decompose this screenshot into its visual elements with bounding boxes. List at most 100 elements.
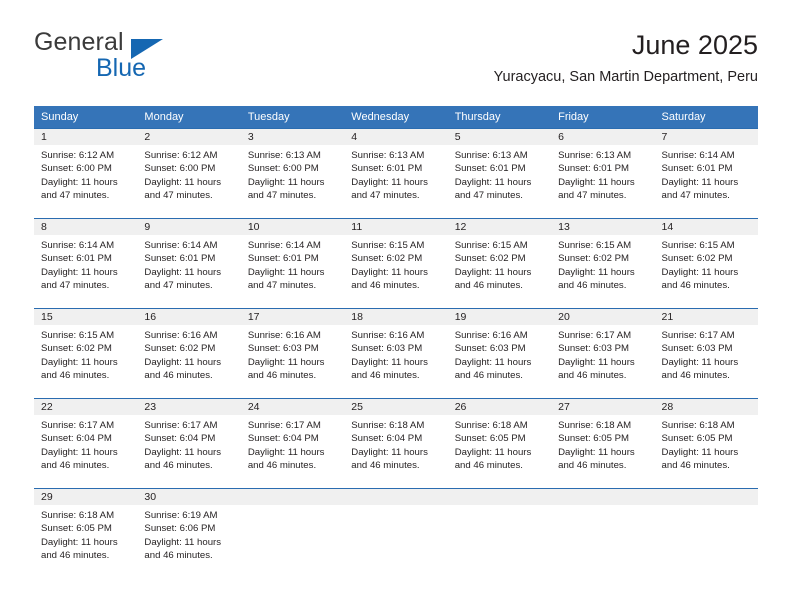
sunset-text: Sunset: 6:04 PM xyxy=(144,433,216,445)
day-number: 11 xyxy=(344,218,448,235)
sunset-text: Sunset: 6:04 PM xyxy=(247,433,319,445)
daylight-text: Daylight: 11 hours and 47 minutes. xyxy=(144,176,222,202)
sunrise-text: Sunrise: 6:14 AM xyxy=(41,240,115,251)
sunrise-text: Sunrise: 6:16 AM xyxy=(144,330,218,341)
day-cell[interactable]: 1 Sunrise: 6:12 AM Sunset: 6:00 PM Daylight… xyxy=(34,128,138,218)
calendar-week-row: 29 Sunrise: 6:18 AM Sunset: 6:05 PM Dayligh… xyxy=(34,488,758,578)
daylight-text: Daylight: 11 hours and 46 minutes. xyxy=(661,266,739,292)
day-cell[interactable]: 2 Sunrise: 6:12 AM Sunset: 6:00 PM Daylight… xyxy=(137,128,241,218)
sunset-text: Sunset: 6:04 PM xyxy=(351,433,423,445)
day-cell-empty xyxy=(344,488,448,578)
day-cell[interactable]: 25 Sunrise: 6:18 AM Sunset: 6:04 PM Dayligh… xyxy=(344,398,448,488)
sunset-text: Sunset: 6:02 PM xyxy=(351,253,423,265)
sunrise-text: Sunrise: 6:15 AM xyxy=(661,240,735,251)
calendar-page: General Blue June 2025 Yuracyacu, San Ma… xyxy=(0,0,792,612)
sunset-text: Sunset: 6:02 PM xyxy=(144,343,216,355)
calendar-week-row: 8 Sunrise: 6:14 AM Sunset: 6:01 PM Daylight… xyxy=(34,218,758,308)
general-blue-logo: General Blue xyxy=(34,28,264,90)
day-number: 16 xyxy=(137,308,241,325)
day-cell[interactable]: 21 Sunrise: 6:17 AM Sunset: 6:03 PM Dayligh… xyxy=(654,308,758,398)
day-cell[interactable]: 3 Sunrise: 6:13 AM Sunset: 6:00 PM Daylight… xyxy=(240,128,345,218)
day-cell-empty xyxy=(240,488,345,578)
sunrise-text: Sunrise: 6:17 AM xyxy=(247,420,321,431)
sunset-text: Sunset: 6:03 PM xyxy=(558,343,630,355)
sunset-text: Sunset: 6:05 PM xyxy=(41,523,112,535)
day-cell[interactable]: 27 Sunrise: 6:18 AM Sunset: 6:05 PM Dayligh… xyxy=(551,398,655,488)
day-cell[interactable]: 17 Sunrise: 6:16 AM Sunset: 6:03 PM Dayligh… xyxy=(240,308,345,398)
sunset-text: Sunset: 6:02 PM xyxy=(454,253,526,265)
day-cell[interactable]: 24 Sunrise: 6:17 AM Sunset: 6:04 PM Dayligh… xyxy=(240,398,345,488)
day-number: 1 xyxy=(34,128,138,145)
sunset-text: Sunset: 6:01 PM xyxy=(558,163,630,175)
daylight-text: Daylight: 11 hours and 46 minutes. xyxy=(41,446,118,472)
day-cell[interactable]: 9 Sunrise: 6:14 AM Sunset: 6:01 PM Daylight… xyxy=(137,218,241,308)
weekday-header-sunday: Sunday xyxy=(34,106,138,128)
weekday-header-tuesday: Tuesday xyxy=(240,106,345,128)
daylight-text: Daylight: 11 hours and 47 minutes. xyxy=(661,176,739,202)
sunset-text: Sunset: 6:03 PM xyxy=(247,343,319,355)
day-cell[interactable]: 22 Sunrise: 6:17 AM Sunset: 6:04 PM Dayligh… xyxy=(34,398,138,488)
daylight-text: Daylight: 11 hours and 47 minutes. xyxy=(144,266,222,292)
day-number: 5 xyxy=(447,128,552,145)
day-cell[interactable]: 19 Sunrise: 6:16 AM Sunset: 6:03 PM Dayligh… xyxy=(447,308,552,398)
sunrise-text: Sunrise: 6:16 AM xyxy=(247,330,321,341)
sunset-text: Sunset: 6:03 PM xyxy=(454,343,526,355)
sunset-text: Sunset: 6:00 PM xyxy=(247,163,319,175)
daylight-text: Daylight: 11 hours and 47 minutes. xyxy=(247,266,325,292)
daylight-text: Daylight: 11 hours and 46 minutes. xyxy=(454,446,532,472)
day-number: 30 xyxy=(137,488,241,505)
daylight-text: Daylight: 11 hours and 46 minutes. xyxy=(41,356,118,382)
sunrise-text: Sunrise: 6:15 AM xyxy=(351,240,425,251)
sunrise-text: Sunrise: 6:14 AM xyxy=(144,240,218,251)
day-cell[interactable]: 14 Sunrise: 6:15 AM Sunset: 6:02 PM Dayligh… xyxy=(654,218,758,308)
sunset-text: Sunset: 6:01 PM xyxy=(247,253,319,265)
calendar-body: 1 Sunrise: 6:12 AM Sunset: 6:00 PM Daylight… xyxy=(34,128,758,578)
day-number xyxy=(447,488,552,505)
sunset-text: Sunset: 6:05 PM xyxy=(558,433,630,445)
day-cell[interactable]: 5 Sunrise: 6:13 AM Sunset: 6:01 PM Daylight… xyxy=(447,128,552,218)
sunrise-text: Sunrise: 6:18 AM xyxy=(661,420,735,431)
daylight-text: Daylight: 11 hours and 46 minutes. xyxy=(661,356,739,382)
day-cell-empty xyxy=(654,488,758,578)
sunset-text: Sunset: 6:03 PM xyxy=(661,343,733,355)
daylight-text: Daylight: 11 hours and 47 minutes. xyxy=(454,176,532,202)
day-cell[interactable]: 6 Sunrise: 6:13 AM Sunset: 6:01 PM Daylight… xyxy=(551,128,655,218)
day-cell-empty xyxy=(447,488,552,578)
sunrise-text: Sunrise: 6:17 AM xyxy=(558,330,632,341)
day-cell[interactable]: 29 Sunrise: 6:18 AM Sunset: 6:05 PM Dayligh… xyxy=(34,488,138,578)
day-number: 6 xyxy=(551,128,655,145)
day-cell[interactable]: 12 Sunrise: 6:15 AM Sunset: 6:02 PM Dayligh… xyxy=(447,218,552,308)
day-number xyxy=(551,488,655,505)
day-cell[interactable]: 20 Sunrise: 6:17 AM Sunset: 6:03 PM Dayligh… xyxy=(551,308,655,398)
day-number: 19 xyxy=(447,308,552,325)
daylight-text: Daylight: 11 hours and 46 minutes. xyxy=(351,356,428,382)
day-number: 25 xyxy=(344,398,448,415)
day-cell[interactable]: 8 Sunrise: 6:14 AM Sunset: 6:01 PM Daylight… xyxy=(34,218,138,308)
daylight-text: Daylight: 11 hours and 46 minutes. xyxy=(144,356,222,382)
sunrise-text: Sunrise: 6:18 AM xyxy=(454,420,528,431)
day-cell[interactable]: 11 Sunrise: 6:15 AM Sunset: 6:02 PM Dayligh… xyxy=(344,218,448,308)
day-number: 3 xyxy=(240,128,345,145)
sunrise-text: Sunrise: 6:15 AM xyxy=(454,240,528,251)
day-cell[interactable]: 16 Sunrise: 6:16 AM Sunset: 6:02 PM Dayligh… xyxy=(137,308,241,398)
sunset-text: Sunset: 6:01 PM xyxy=(454,163,526,175)
day-cell[interactable]: 23 Sunrise: 6:17 AM Sunset: 6:04 PM Dayligh… xyxy=(137,398,241,488)
weekday-header-monday: Monday xyxy=(137,106,241,128)
day-cell[interactable]: 13 Sunrise: 6:15 AM Sunset: 6:02 PM Dayligh… xyxy=(551,218,655,308)
sunset-text: Sunset: 6:00 PM xyxy=(41,163,112,175)
day-cell[interactable]: 10 Sunrise: 6:14 AM Sunset: 6:01 PM Dayligh… xyxy=(240,218,345,308)
day-cell[interactable]: 15 Sunrise: 6:15 AM Sunset: 6:02 PM Dayligh… xyxy=(34,308,138,398)
daylight-text: Daylight: 11 hours and 46 minutes. xyxy=(144,446,222,472)
day-cell[interactable]: 26 Sunrise: 6:18 AM Sunset: 6:05 PM Dayligh… xyxy=(447,398,552,488)
day-cell[interactable]: 4 Sunrise: 6:13 AM Sunset: 6:01 PM Daylight… xyxy=(344,128,448,218)
day-cell[interactable]: 7 Sunrise: 6:14 AM Sunset: 6:01 PM Daylight… xyxy=(654,128,758,218)
day-number: 7 xyxy=(654,128,758,145)
day-cell[interactable]: 28 Sunrise: 6:18 AM Sunset: 6:05 PM Dayligh… xyxy=(654,398,758,488)
day-number: 27 xyxy=(551,398,655,415)
weekday-header-friday: Friday xyxy=(551,106,655,128)
day-number: 23 xyxy=(137,398,241,415)
day-cell[interactable]: 18 Sunrise: 6:16 AM Sunset: 6:03 PM Dayligh… xyxy=(344,308,448,398)
day-cell[interactable]: 30 Sunrise: 6:19 AM Sunset: 6:06 PM Dayligh… xyxy=(137,488,241,578)
sunset-text: Sunset: 6:00 PM xyxy=(144,163,216,175)
day-number: 22 xyxy=(34,398,138,415)
